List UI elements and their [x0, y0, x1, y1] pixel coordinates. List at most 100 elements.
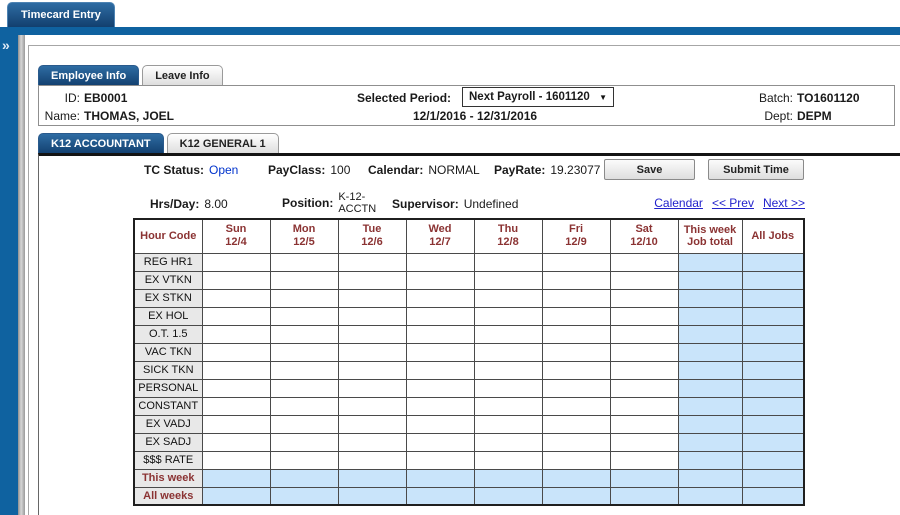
time-entry-cell[interactable] — [270, 271, 338, 289]
time-entry-cell[interactable] — [406, 397, 474, 415]
time-entry-cell[interactable] — [202, 343, 270, 361]
time-entry-cell[interactable] — [610, 451, 678, 469]
time-entry-cell[interactable] — [270, 379, 338, 397]
time-entry-cell[interactable] — [202, 451, 270, 469]
time-entry-cell[interactable] — [338, 415, 406, 433]
time-entry-cell[interactable] — [610, 253, 678, 271]
time-entry-cell[interactable] — [338, 343, 406, 361]
expand-sidebar-icon[interactable]: » — [2, 37, 10, 53]
time-entry-cell[interactable] — [474, 289, 542, 307]
time-entry-cell[interactable] — [610, 307, 678, 325]
time-entry-cell[interactable] — [406, 271, 474, 289]
tab-employee-info[interactable]: Employee Info — [38, 65, 139, 86]
time-entry-cell[interactable] — [338, 271, 406, 289]
time-entry-cell[interactable] — [542, 361, 610, 379]
time-entry-cell[interactable] — [610, 271, 678, 289]
time-entry-cell[interactable] — [406, 307, 474, 325]
time-entry-cell[interactable] — [542, 253, 610, 271]
time-entry-cell[interactable] — [406, 379, 474, 397]
time-entry-cell[interactable] — [406, 451, 474, 469]
time-entry-cell[interactable] — [474, 271, 542, 289]
time-entry-cell[interactable] — [270, 361, 338, 379]
prev-week-link[interactable]: << Prev — [712, 196, 754, 210]
time-entry-cell[interactable] — [338, 289, 406, 307]
time-entry-cell[interactable] — [474, 325, 542, 343]
time-entry-cell[interactable] — [542, 343, 610, 361]
time-entry-cell[interactable] — [338, 361, 406, 379]
time-entry-cell[interactable] — [610, 343, 678, 361]
week-job-total-cell — [678, 307, 742, 325]
time-entry-cell[interactable] — [474, 253, 542, 271]
tab-leave-info[interactable]: Leave Info — [142, 65, 222, 86]
time-entry-cell[interactable] — [474, 361, 542, 379]
calendar-link[interactable]: Calendar — [654, 196, 703, 210]
time-entry-cell[interactable] — [474, 379, 542, 397]
next-week-link[interactable]: Next >> — [763, 196, 805, 210]
time-entry-cell[interactable] — [542, 379, 610, 397]
time-entry-cell[interactable] — [610, 433, 678, 451]
time-entry-cell[interactable] — [202, 379, 270, 397]
time-entry-cell[interactable] — [474, 415, 542, 433]
time-entry-cell[interactable] — [542, 397, 610, 415]
time-entry-cell[interactable] — [610, 397, 678, 415]
time-entry-cell[interactable] — [338, 379, 406, 397]
time-entry-cell[interactable] — [610, 415, 678, 433]
time-entry-cell[interactable] — [474, 433, 542, 451]
time-entry-cell[interactable] — [202, 307, 270, 325]
time-entry-cell[interactable] — [202, 415, 270, 433]
tab-k12-accountant[interactable]: K12 ACCOUNTANT — [38, 133, 164, 154]
time-entry-cell[interactable] — [270, 415, 338, 433]
time-entry-cell[interactable] — [406, 343, 474, 361]
time-entry-cell[interactable] — [542, 289, 610, 307]
time-entry-cell[interactable] — [474, 307, 542, 325]
time-entry-cell[interactable] — [202, 253, 270, 271]
time-entry-cell[interactable] — [338, 451, 406, 469]
time-entry-cell[interactable] — [338, 325, 406, 343]
time-entry-cell[interactable] — [542, 433, 610, 451]
time-entry-cell[interactable] — [474, 343, 542, 361]
time-entry-cell[interactable] — [202, 433, 270, 451]
hour-code-label: O.T. 1.5 — [134, 325, 202, 343]
time-entry-cell[interactable] — [406, 289, 474, 307]
tab-timecard-entry[interactable]: Timecard Entry — [7, 2, 115, 27]
time-entry-cell[interactable] — [542, 307, 610, 325]
time-entry-cell[interactable] — [270, 397, 338, 415]
time-entry-cell[interactable] — [406, 253, 474, 271]
time-entry-cell[interactable] — [406, 415, 474, 433]
submit-time-button[interactable]: Submit Time — [708, 159, 804, 180]
time-entry-cell[interactable] — [474, 397, 542, 415]
time-entry-cell[interactable] — [338, 433, 406, 451]
time-entry-cell[interactable] — [270, 307, 338, 325]
id-label: ID: — [40, 91, 80, 105]
time-entry-cell[interactable] — [406, 361, 474, 379]
summary-total-cell — [202, 469, 270, 487]
time-entry-cell[interactable] — [202, 289, 270, 307]
time-entry-cell[interactable] — [270, 253, 338, 271]
time-entry-cell[interactable] — [202, 361, 270, 379]
time-entry-cell[interactable] — [542, 325, 610, 343]
time-entry-cell[interactable] — [406, 325, 474, 343]
time-entry-cell[interactable] — [270, 289, 338, 307]
time-entry-cell[interactable] — [610, 289, 678, 307]
time-entry-cell[interactable] — [406, 433, 474, 451]
time-entry-cell[interactable] — [338, 253, 406, 271]
time-entry-cell[interactable] — [270, 433, 338, 451]
time-entry-cell[interactable] — [270, 325, 338, 343]
time-entry-cell[interactable] — [542, 271, 610, 289]
time-entry-cell[interactable] — [610, 361, 678, 379]
time-entry-cell[interactable] — [338, 307, 406, 325]
time-entry-cell[interactable] — [270, 343, 338, 361]
time-entry-cell[interactable] — [202, 397, 270, 415]
time-entry-cell[interactable] — [542, 415, 610, 433]
save-button[interactable]: Save — [604, 159, 695, 180]
time-entry-cell[interactable] — [338, 397, 406, 415]
time-entry-cell[interactable] — [474, 451, 542, 469]
time-entry-cell[interactable] — [610, 379, 678, 397]
period-select[interactable]: Next Payroll - 1601120 ▼ — [462, 87, 614, 107]
time-entry-cell[interactable] — [202, 325, 270, 343]
time-entry-cell[interactable] — [542, 451, 610, 469]
time-entry-cell[interactable] — [610, 325, 678, 343]
time-entry-cell[interactable] — [202, 271, 270, 289]
time-entry-cell[interactable] — [270, 451, 338, 469]
tab-k12-general-1[interactable]: K12 GENERAL 1 — [167, 133, 279, 154]
